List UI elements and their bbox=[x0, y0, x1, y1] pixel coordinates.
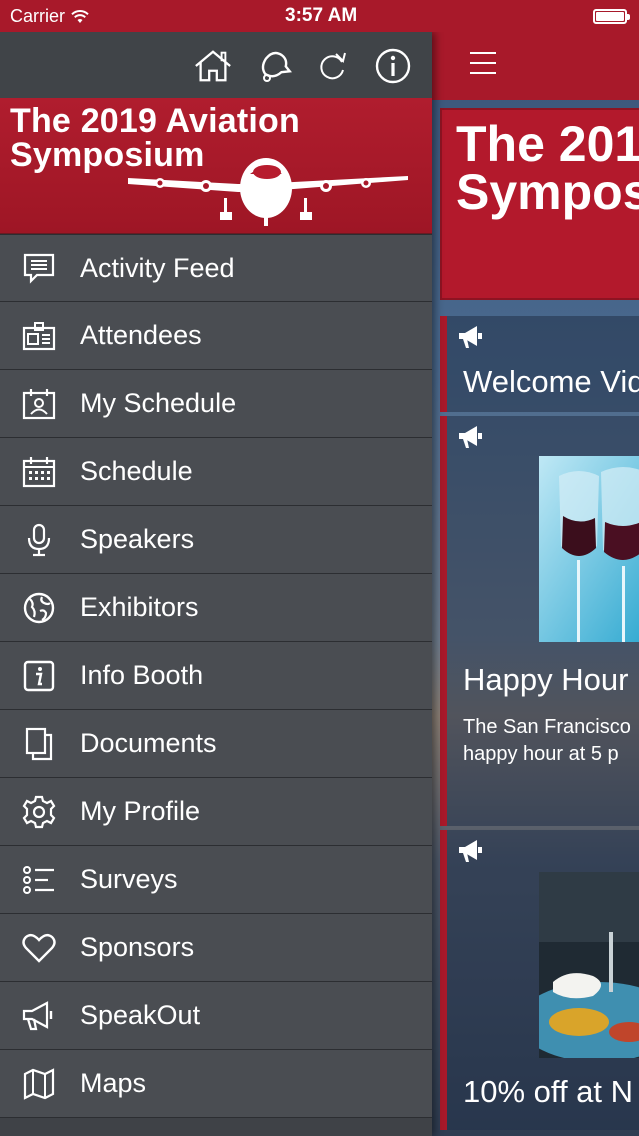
clock: 3:57 AM bbox=[285, 5, 358, 26]
content-header bbox=[432, 32, 639, 100]
menu-item-label: Documents bbox=[80, 728, 217, 758]
bell-icon[interactable] bbox=[255, 46, 295, 86]
gear-icon bbox=[0, 778, 80, 846]
menu-item-surveys[interactable]: Surveys bbox=[0, 846, 432, 914]
menu-item-my-profile[interactable]: My Profile bbox=[0, 778, 432, 846]
side-drawer: The 2019 Aviation Symposium Activity Fee… bbox=[0, 32, 432, 1136]
megaphone-icon bbox=[459, 326, 482, 348]
menu-item-speakout[interactable]: SpeakOut bbox=[0, 982, 432, 1050]
drawer-toolbar bbox=[0, 32, 432, 98]
event-banner-title-line1: The 2019 Aviation bbox=[10, 102, 300, 140]
menu-item-label: Schedule bbox=[80, 456, 193, 486]
menu-item-activity-feed[interactable]: Activity Feed bbox=[0, 234, 432, 302]
refresh-icon[interactable] bbox=[312, 46, 352, 86]
content-banner-title: The 201 Sympos bbox=[456, 116, 639, 220]
menu-item-label: Attendees bbox=[80, 320, 202, 350]
megaphone-icon bbox=[459, 426, 482, 448]
feed-card-body-line1: The San Francisco bbox=[463, 716, 631, 738]
feed-card-title: 10% off at N bbox=[463, 1074, 634, 1109]
carrier-label: Carrier bbox=[10, 6, 66, 26]
info-booth-icon bbox=[0, 642, 80, 710]
list-icon bbox=[0, 846, 80, 914]
menu-item-label: Info Booth bbox=[80, 660, 204, 690]
documents-icon bbox=[0, 710, 80, 778]
event-banner: The 2019 Aviation Symposium bbox=[0, 98, 432, 234]
megaphone-icon bbox=[459, 840, 482, 862]
menu-item-maps[interactable]: Maps bbox=[0, 1050, 432, 1118]
menu-toggle-icon[interactable] bbox=[470, 52, 496, 74]
battery-icon bbox=[593, 9, 630, 24]
content-banner-title-line2: Sympos bbox=[456, 164, 639, 220]
my-schedule-icon bbox=[0, 370, 80, 438]
menu-item-attendees[interactable]: Attendees bbox=[0, 302, 432, 370]
microphone-icon bbox=[0, 506, 80, 574]
menu-item-speakers[interactable]: Speakers bbox=[0, 506, 432, 574]
menu-item-label: Surveys bbox=[80, 864, 178, 894]
menu-item-label: My Profile bbox=[80, 796, 201, 826]
info-icon[interactable] bbox=[373, 46, 413, 86]
content-banner-title-line1: The 201 bbox=[456, 116, 639, 172]
menu-item-label: Speakers bbox=[80, 524, 195, 554]
carrier: Carrier bbox=[10, 6, 89, 27]
menu-item-my-schedule[interactable]: My Schedule bbox=[0, 370, 432, 438]
menu-item-label: My Schedule bbox=[80, 388, 237, 418]
menu-item-documents[interactable]: Documents bbox=[0, 710, 432, 778]
menu-item-label: Maps bbox=[80, 1068, 147, 1098]
home-icon[interactable] bbox=[193, 46, 233, 86]
globe-icon bbox=[0, 574, 80, 642]
feed-card-title: Happy Hour bbox=[463, 662, 629, 697]
feed-card[interactable]: Happy Hour The San Francisco happy hour … bbox=[440, 416, 639, 826]
menu-item-sponsors[interactable]: Sponsors bbox=[0, 914, 432, 982]
restaurant-table-image bbox=[539, 872, 639, 1058]
feed-card[interactable]: Welcome Vid bbox=[440, 316, 639, 412]
feed-card[interactable]: 10% off at N bbox=[440, 830, 639, 1130]
main-content: The 201 Sympos Welcome Vid Happy Hour Th… bbox=[432, 32, 639, 1136]
menu-item-label: SpeakOut bbox=[80, 1000, 201, 1030]
heart-icon bbox=[0, 914, 80, 982]
wine-glasses-image bbox=[539, 456, 639, 642]
status-bar: Carrier 3:57 AM bbox=[0, 0, 639, 32]
content-banner: The 201 Sympos bbox=[440, 108, 639, 300]
menu-item-exhibitors[interactable]: Exhibitors bbox=[0, 574, 432, 642]
calendar-icon bbox=[0, 438, 80, 506]
feed-card-body: The San Francisco happy hour at 5 p bbox=[463, 714, 631, 768]
map-icon bbox=[0, 1050, 80, 1118]
airplane-logo-icon bbox=[128, 158, 408, 226]
feed-card-title: Welcome Vid bbox=[463, 364, 639, 399]
activity-feed-icon bbox=[0, 234, 80, 302]
wifi-icon bbox=[71, 9, 89, 23]
menu-item-label: Exhibitors bbox=[80, 592, 199, 622]
attendees-icon bbox=[0, 302, 80, 370]
feed-card-body-line2: happy hour at 5 p bbox=[463, 743, 619, 765]
drawer-menu: Activity Feed Attendees My Schedule Sche… bbox=[0, 234, 432, 1118]
menu-item-schedule[interactable]: Schedule bbox=[0, 438, 432, 506]
menu-item-info-booth[interactable]: Info Booth bbox=[0, 642, 432, 710]
menu-item-label: Sponsors bbox=[80, 932, 195, 962]
menu-item-label: Activity Feed bbox=[80, 252, 235, 283]
megaphone-icon bbox=[0, 982, 80, 1050]
